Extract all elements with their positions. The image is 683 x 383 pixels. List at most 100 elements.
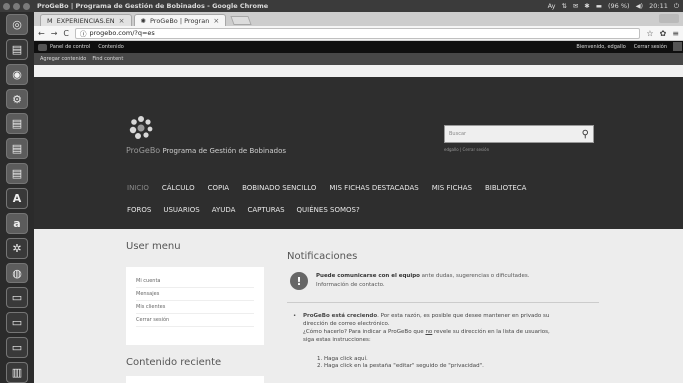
top-panel: ProGeBo | Programa de Gestión de Bobinad… bbox=[0, 0, 683, 12]
settings-icon[interactable]: ⚙ bbox=[6, 88, 28, 110]
maximize-window-button[interactable] bbox=[23, 2, 30, 10]
tab-label: EXPERIENCIAS.EN bbox=[56, 16, 115, 25]
menu-item-mis-fichas-destacadas[interactable]: MIS FICHAS DESTACADAS bbox=[329, 184, 418, 192]
menu-item-mis-fichas[interactable]: MIS FICHAS bbox=[432, 184, 472, 192]
calc-icon[interactable]: ▤ bbox=[6, 138, 28, 160]
menu-item-ayuda[interactable]: AYUDA bbox=[212, 206, 236, 214]
forward-icon[interactable]: → bbox=[51, 29, 58, 38]
home-icon[interactable] bbox=[38, 43, 47, 51]
post-line-4: siga estas instrucciones: bbox=[303, 337, 371, 343]
user-menu-item-cerrar-sesion[interactable]: Cerrar sesión bbox=[136, 314, 254, 327]
trash-icon[interactable]: ▥ bbox=[6, 362, 28, 383]
bluetooth-icon[interactable]: ✱ bbox=[584, 2, 589, 11]
menu-item-calculo[interactable]: CÁLCULO bbox=[162, 184, 195, 192]
reload-icon[interactable]: C bbox=[63, 29, 69, 38]
instruction-steps: 1. Haga click aquí. 2. Haga click en la … bbox=[317, 356, 599, 370]
impress-icon[interactable]: ▤ bbox=[6, 163, 28, 185]
progebo-logo-icon[interactable] bbox=[126, 113, 156, 143]
disk-icon[interactable]: ◍ bbox=[6, 262, 28, 284]
admin-dashboard-link[interactable]: Panel de control bbox=[50, 44, 90, 50]
drive-icon[interactable]: ▭ bbox=[6, 287, 28, 309]
menu-item-bobinado-sencillo[interactable]: BOBINADO SENCILLO bbox=[242, 184, 316, 192]
url-text: progebo.com/?q=es bbox=[89, 29, 155, 37]
post-line-1: . Por esta razón, es posible que desee m… bbox=[377, 313, 550, 319]
info-icon[interactable]: ⓘ bbox=[80, 28, 87, 38]
user-links[interactable]: edgallo | Cerrar sesión bbox=[444, 147, 489, 152]
back-icon[interactable]: ← bbox=[38, 29, 45, 38]
menu-item-capturas[interactable]: CAPTURAS bbox=[247, 206, 284, 214]
software-center-icon[interactable]: A bbox=[6, 188, 28, 209]
favicon-icon: ✺ bbox=[140, 16, 146, 25]
admin-logout-link[interactable]: Cerrar sesión bbox=[634, 44, 667, 50]
user-menu-item-mis-clientes[interactable]: Mis clientes bbox=[136, 301, 254, 314]
post-line-3a: ¿Cómo hacerlo? Para indicar a ProGeBo qu… bbox=[303, 329, 426, 335]
battery-icon[interactable]: ▬ bbox=[596, 2, 602, 11]
menu-icon[interactable]: ≡ bbox=[672, 29, 679, 38]
recent-content-block bbox=[126, 376, 264, 383]
desktop: ProGeBo | Programa de Gestión de Bobinad… bbox=[0, 0, 683, 383]
search-placeholder: Buscar bbox=[449, 131, 467, 137]
menu-item-quienes-somos[interactable]: QUIÉNES SOMOS? bbox=[297, 206, 360, 214]
close-window-button[interactable] bbox=[3, 2, 10, 10]
system-settings-icon[interactable]: ✲ bbox=[6, 237, 28, 259]
tab-strip: M EXPERIENCIAS.EN × ✺ ProGeBo | Progran … bbox=[34, 12, 683, 26]
keyboard-icon[interactable]: Ay bbox=[548, 2, 556, 11]
admin-content-link[interactable]: Contenido bbox=[98, 44, 124, 50]
amazon-icon[interactable]: a bbox=[6, 212, 28, 234]
minimize-window-button[interactable] bbox=[13, 2, 20, 10]
files-icon[interactable]: ▤ bbox=[6, 38, 28, 60]
menu-item-foros[interactable]: FOROS bbox=[127, 206, 151, 214]
writer-icon[interactable]: ▤ bbox=[6, 113, 28, 135]
bookmark-star-icon[interactable]: ☆ bbox=[646, 29, 653, 38]
menu-item-copia[interactable]: COPIA bbox=[208, 184, 229, 192]
menu-item-biblioteca[interactable]: BIBLIOTECA bbox=[485, 184, 527, 192]
tab-progebo[interactable]: ✺ ProGeBo | Progran × bbox=[133, 14, 227, 26]
tab-experiencias[interactable]: M EXPERIENCIAS.EN × bbox=[40, 14, 132, 26]
divider bbox=[287, 302, 599, 303]
power-icon[interactable]: ⏻ bbox=[674, 2, 679, 11]
notification-item: ProGeBo está creciendo. Por esta razón, … bbox=[287, 312, 599, 344]
toggle-shortcuts-button[interactable] bbox=[673, 42, 682, 51]
site-header: ProGeBo Programa de Gestión de Bobinados… bbox=[34, 77, 683, 229]
contact-team-link[interactable]: Puede comunicarse con el equipo bbox=[316, 273, 420, 279]
page-title: Notificaciones bbox=[287, 251, 358, 262]
user-menu-item-mensajes[interactable]: Mensajes bbox=[136, 288, 254, 301]
contact-info-link[interactable]: Información de contacto. bbox=[316, 282, 385, 288]
main-menu: INICIO CÁLCULO COPIA BOBINADO SENCILLO M… bbox=[127, 184, 526, 192]
menu-item-usuarios[interactable]: USUARIOS bbox=[163, 206, 199, 214]
close-tab-icon[interactable]: × bbox=[119, 17, 125, 25]
new-tab-button[interactable] bbox=[230, 16, 252, 25]
dash-icon[interactable]: ◎ bbox=[6, 14, 28, 35]
secondary-menu: FOROS USUARIOS AYUDA CAPTURAS QUIÉNES SO… bbox=[127, 206, 360, 214]
address-bar[interactable]: ⓘ progebo.com/?q=es bbox=[75, 27, 641, 39]
notice-rest: ante dudas, sugerencias o dificultades. bbox=[419, 273, 530, 279]
drive-3-icon[interactable]: ▭ bbox=[6, 337, 28, 359]
mail-icon[interactable]: ✉ bbox=[573, 2, 578, 11]
user-menu-item-mi-cuenta[interactable]: Mi cuenta bbox=[136, 275, 254, 288]
step-1-link[interactable]: 1. Haga click aquí. bbox=[317, 356, 599, 363]
shortcut-add-content[interactable]: Agregar contenido bbox=[40, 56, 86, 62]
main-column: Notificaciones ! Puede comunicarse con e… bbox=[287, 229, 599, 370]
notice-text: Puede comunicarse con el equipo ante dud… bbox=[316, 272, 529, 290]
page-content: User menu Mi cuenta Mensajes Mis cliente… bbox=[34, 229, 683, 383]
notice-message: ! Puede comunicarse con el equipo ante d… bbox=[287, 272, 599, 290]
site-name[interactable]: ProGeBo Programa de Gestión de Bobinados bbox=[126, 146, 286, 155]
recent-content-title: Contenido reciente bbox=[126, 357, 222, 368]
drive-2-icon[interactable]: ▭ bbox=[6, 312, 28, 334]
admin-toolbar: Panel de control Contenido Bienvenido, e… bbox=[34, 41, 683, 53]
profile-button[interactable] bbox=[659, 14, 679, 23]
chrome-icon[interactable]: ◉ bbox=[6, 63, 28, 85]
shortcut-find-content[interactable]: Find content bbox=[92, 56, 123, 62]
close-tab-icon[interactable]: × bbox=[213, 17, 219, 25]
menu-item-inicio[interactable]: INICIO bbox=[127, 184, 149, 192]
network-icon[interactable]: ⇅ bbox=[561, 2, 566, 11]
site-tagline: Programa de Gestión de Bobinados bbox=[162, 147, 287, 155]
extension-icon[interactable]: ✿ bbox=[660, 29, 667, 38]
sidebar: User menu Mi cuenta Mensajes Mis cliente… bbox=[126, 229, 271, 383]
step-2: 2. Haga click en la pestaña "editar" seg… bbox=[317, 363, 484, 369]
volume-icon[interactable]: ◀) bbox=[636, 2, 644, 11]
search-input[interactable]: Buscar ⚲ bbox=[444, 125, 594, 143]
post-line-3b: revele su dirección en la lista de usuar… bbox=[432, 329, 550, 335]
clock[interactable]: 20:11 bbox=[649, 2, 668, 11]
search-icon[interactable]: ⚲ bbox=[582, 129, 589, 140]
